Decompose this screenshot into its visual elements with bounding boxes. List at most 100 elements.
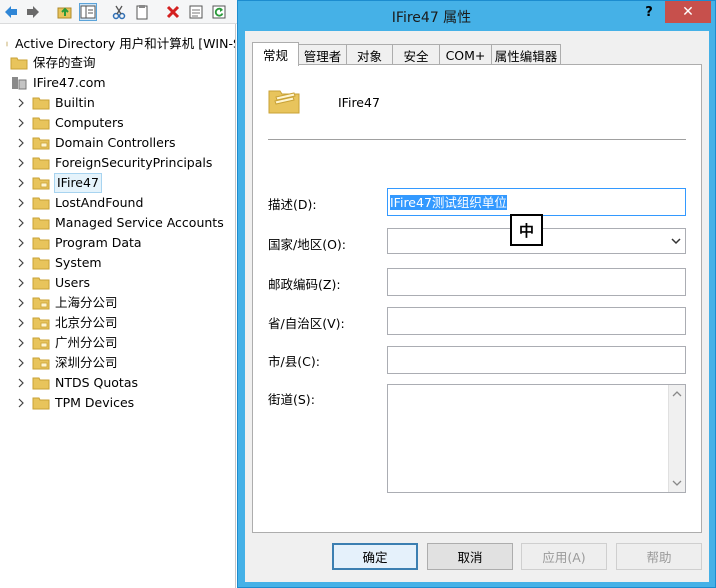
expand-arrow-icon[interactable] xyxy=(16,258,26,268)
tree-item[interactable]: Builtin xyxy=(16,93,95,113)
properties-icon[interactable] xyxy=(187,3,205,21)
back-arrow-icon[interactable] xyxy=(2,3,20,21)
scroll-down-icon[interactable] xyxy=(672,478,682,488)
dialog-titlebar[interactable]: IFire47 属性 ? ✕ xyxy=(238,1,715,31)
domain-icon xyxy=(12,77,27,90)
tree-item[interactable]: 深圳分公司 xyxy=(16,353,118,373)
tree-item[interactable]: NTDS Quotas xyxy=(16,373,138,393)
zip-input[interactable] xyxy=(387,268,686,296)
description-input[interactable]: IFire47测试组织单位 xyxy=(387,188,686,216)
country-label: 国家/地区(O): xyxy=(268,237,347,252)
delete-icon[interactable] xyxy=(164,3,182,21)
close-button[interactable]: ✕ xyxy=(665,1,711,23)
title-help-button[interactable]: ? xyxy=(634,1,664,23)
tab-com-plus[interactable]: COM+ xyxy=(439,44,492,65)
folder-icon xyxy=(32,317,50,330)
tree-item-domain[interactable]: IFire47.com xyxy=(10,73,106,93)
expand-arrow-icon[interactable] xyxy=(16,98,26,108)
console-tree: Active Directory 用户和计算机 [WIN-SFD 保存的查询 I… xyxy=(0,24,236,588)
tab-security[interactable]: 安全 xyxy=(392,44,440,65)
tree-item-label: Users xyxy=(55,275,91,290)
province-input[interactable] xyxy=(387,307,686,335)
expand-arrow-icon[interactable] xyxy=(16,138,26,148)
expand-arrow-icon[interactable] xyxy=(16,198,26,208)
tree-item[interactable]: Managed Service Accounts xyxy=(16,213,224,233)
tree-item[interactable]: LostAndFound xyxy=(16,193,143,213)
tree-item-label: 北京分公司 xyxy=(55,315,118,330)
expand-arrow-icon[interactable] xyxy=(16,278,26,288)
tree-root[interactable]: Active Directory 用户和计算机 [WIN-SFD xyxy=(6,34,236,54)
tree-item-saved-queries[interactable]: 保存的查询 xyxy=(10,53,96,73)
tree-item-label: 深圳分公司 xyxy=(55,355,118,370)
tree-item-label: Managed Service Accounts xyxy=(55,215,224,230)
tree-item[interactable]: IFire47 xyxy=(16,173,102,193)
street-scrollbar[interactable] xyxy=(668,385,685,492)
help-button[interactable]: 帮助 xyxy=(616,543,702,570)
tree-item-label: LostAndFound xyxy=(55,195,144,210)
forward-arrow-icon[interactable] xyxy=(24,3,42,21)
scroll-up-icon[interactable] xyxy=(672,389,682,399)
cancel-button[interactable]: 取消 xyxy=(427,543,513,570)
expand-arrow-icon[interactable] xyxy=(16,178,26,188)
folder-icon xyxy=(32,217,50,230)
tree-root-label: Active Directory 用户和计算机 [WIN-SFD xyxy=(15,36,236,51)
description-value: IFire47测试组织单位 xyxy=(390,195,507,210)
folder-icon xyxy=(32,297,50,310)
province-label: 省/自治区(V): xyxy=(268,316,345,331)
object-name: IFire47 xyxy=(338,95,380,110)
expand-arrow-icon[interactable] xyxy=(16,378,26,388)
tree-item-label: System xyxy=(55,255,102,270)
copy-icon[interactable] xyxy=(133,3,151,21)
folder-icon xyxy=(32,337,50,350)
tree-item-label: 上海分公司 xyxy=(55,295,118,310)
dialog-client-area: 常规 管理者 对象 安全 COM+ 属性编辑器 IFire47 描述(D): I… xyxy=(245,31,709,582)
tree-item-label: Program Data xyxy=(55,235,142,250)
expand-arrow-icon[interactable] xyxy=(16,158,26,168)
tree-item[interactable]: ForeignSecurityPrincipals xyxy=(16,153,212,173)
street-textarea[interactable] xyxy=(387,384,686,493)
expand-arrow-icon[interactable] xyxy=(16,118,26,128)
tree-item[interactable]: Computers xyxy=(16,113,124,133)
tree-item-label: IFire47.com xyxy=(33,75,106,90)
folder-icon xyxy=(32,357,50,370)
folder-icon xyxy=(10,57,28,70)
tab-general[interactable]: 常规 xyxy=(252,42,299,66)
tree-item[interactable]: TPM Devices xyxy=(16,393,134,413)
tree-item-label: Domain Controllers xyxy=(55,135,176,150)
tree-item[interactable]: 上海分公司 xyxy=(16,293,118,313)
tree-item[interactable]: 广州分公司 xyxy=(16,333,118,353)
expand-arrow-icon[interactable] xyxy=(16,318,26,328)
folder-up-icon[interactable] xyxy=(56,3,74,21)
tree-item[interactable]: Users xyxy=(16,273,90,293)
cut-icon[interactable] xyxy=(110,3,128,21)
ime-indicator: 中 xyxy=(510,214,543,246)
street-label: 街道(S): xyxy=(268,392,315,407)
tree-item-label: TPM Devices xyxy=(55,395,135,410)
expand-arrow-icon[interactable] xyxy=(16,358,26,368)
tree-item[interactable]: 北京分公司 xyxy=(16,313,118,333)
tab-managed-by[interactable]: 管理者 xyxy=(298,44,347,65)
properties-dialog: IFire47 属性 ? ✕ 常规 管理者 对象 安全 COM+ 属性编辑器 I… xyxy=(237,0,716,588)
expand-arrow-icon[interactable] xyxy=(16,218,26,228)
expand-arrow-icon[interactable] xyxy=(16,398,26,408)
folder-icon xyxy=(32,397,50,410)
refresh-icon[interactable] xyxy=(210,3,228,21)
folder-icon xyxy=(32,197,50,210)
city-input[interactable] xyxy=(387,346,686,374)
expand-arrow-icon[interactable] xyxy=(16,238,26,248)
tree-item[interactable]: Domain Controllers xyxy=(16,133,175,153)
show-hide-tree-icon[interactable] xyxy=(79,3,97,21)
tab-object[interactable]: 对象 xyxy=(346,44,393,65)
folder-icon xyxy=(32,237,50,250)
ok-button[interactable]: 确定 xyxy=(332,543,418,570)
expand-arrow-icon[interactable] xyxy=(16,338,26,348)
tree-item[interactable]: System xyxy=(16,253,102,273)
folder-icon xyxy=(32,137,50,150)
expand-arrow-icon[interactable] xyxy=(16,298,26,308)
apply-button[interactable]: 应用(A) xyxy=(521,543,607,570)
general-tab-panel: IFire47 描述(D): IFire47测试组织单位 国家/地区(O): 邮… xyxy=(252,64,702,533)
city-label: 市/县(C): xyxy=(268,354,320,369)
tree-item[interactable]: Program Data xyxy=(16,233,142,253)
ad-snapin-icon xyxy=(6,41,8,47)
tab-attribute-editor[interactable]: 属性编辑器 xyxy=(491,44,561,65)
